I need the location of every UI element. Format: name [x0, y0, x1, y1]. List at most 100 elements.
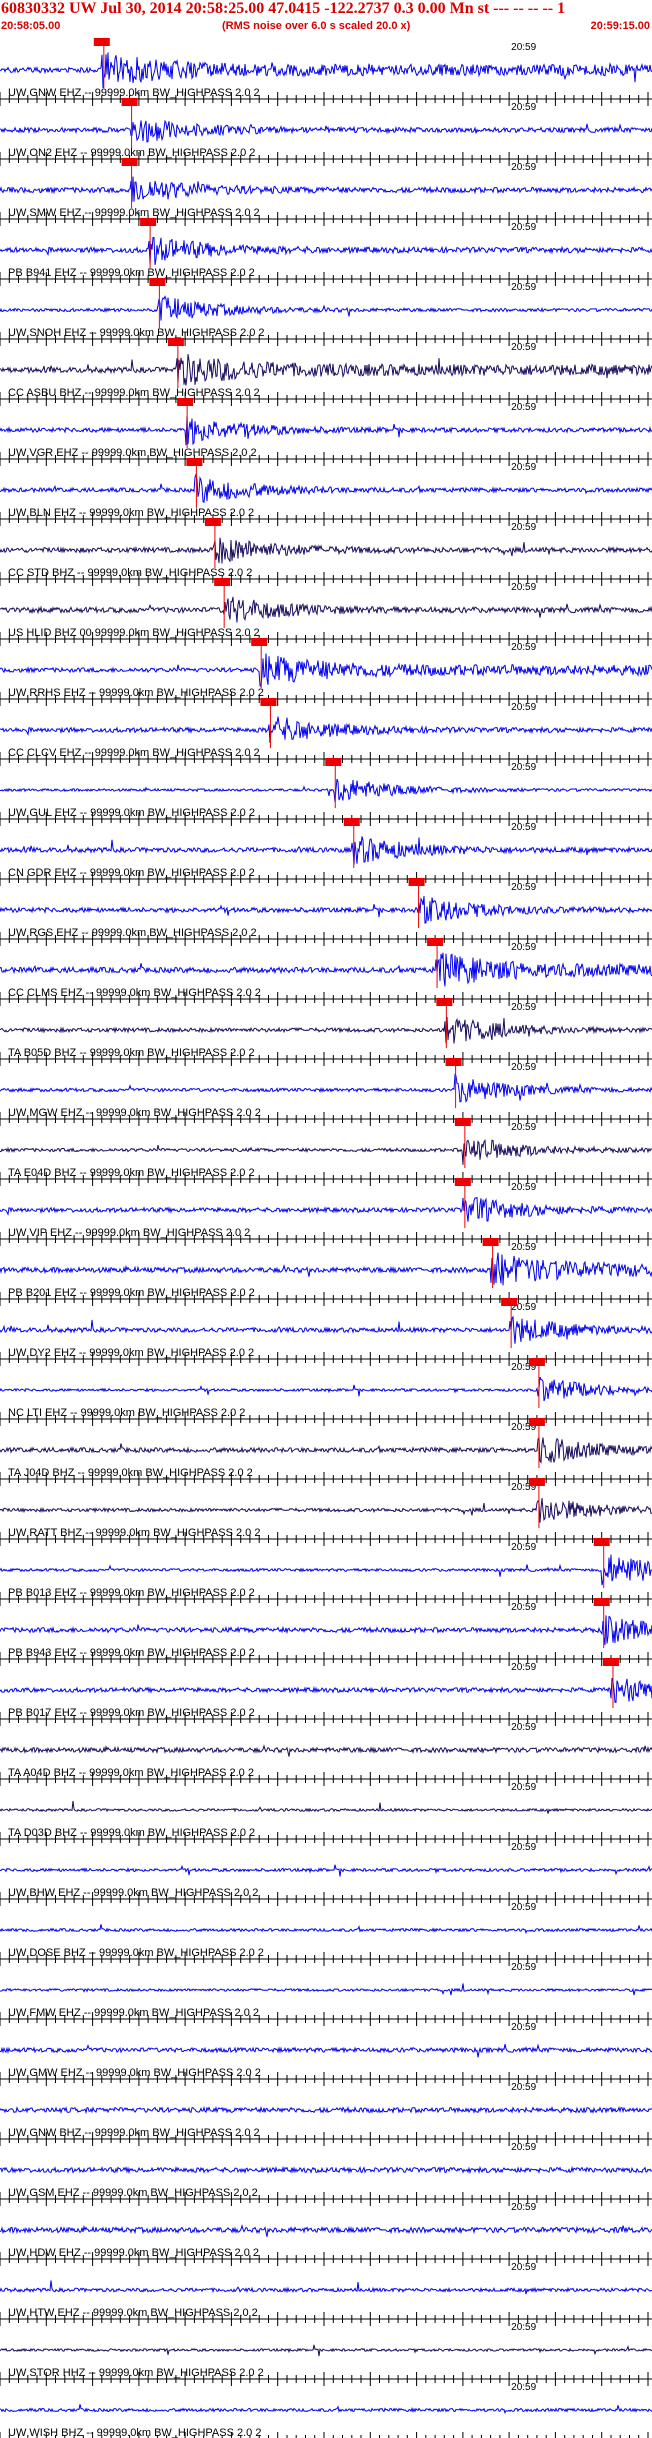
waveform-trace — [0, 2105, 652, 2115]
pick-marker-box — [121, 158, 138, 166]
station-label: UW VGR EHZ -- 99999.0km BW_HIGHPASS 2.0 … — [8, 447, 257, 459]
station-label: CC ASBU BHZ -- 99999.0km BW_HIGHPASS 2.0… — [8, 387, 260, 399]
pick-marker-box — [186, 458, 203, 466]
minute-mark-label: 20:59 — [511, 1242, 536, 1253]
station-label: UW RRHS EHZ -- 99999.0km BW_HIGHPASS 2.0… — [8, 687, 264, 699]
station-label: UW GNW EHZ -- 99999.0km BW_HIGHPASS 2.0 … — [8, 87, 260, 99]
pick-marker-box — [214, 578, 231, 586]
waveform-trace — [0, 119, 652, 143]
waveform-trace — [0, 895, 652, 924]
station-label: UW DY2 EHZ -- 99999.0km BW_HIGHPASS 2.0 … — [8, 1347, 254, 1359]
station-label: TA E04D BHZ -- 99999.0km BW_HIGHPASS 2.0… — [8, 1167, 255, 1179]
pick-marker-box — [445, 1058, 462, 1066]
station-label: PB B943 EHZ -- 99999.0km BW_HIGHPASS 2.0… — [8, 1647, 255, 1659]
waveform-trace — [0, 415, 652, 446]
minute-mark-label: 20:59 — [511, 342, 536, 353]
waveform-trace — [0, 2344, 652, 2357]
waveform-trace — [0, 1744, 652, 1757]
pick-marker-box — [436, 998, 453, 1006]
minute-mark-label: 20:59 — [511, 942, 536, 953]
station-label: UW GMW EHZ -- 99999.0km BW_HIGHPASS 2.0 … — [8, 2067, 261, 2079]
minute-mark-label: 20:59 — [511, 1842, 536, 1853]
pick-marker-box — [593, 1598, 610, 1606]
station-label: UW SNOH EHZ -- 99999.0km BW_HIGHPASS 2.0… — [8, 327, 265, 339]
waveform-trace — [0, 2043, 652, 2058]
waveform-trace — [0, 537, 652, 564]
waveform-trace — [0, 1073, 652, 1103]
waveform-trace — [0, 1677, 652, 1704]
pick-marker-box — [528, 1478, 545, 1486]
minute-mark-label: 20:59 — [511, 2322, 536, 2333]
station-label: UW HTW EHZ -- 99999.0km BW_HIGHPASS 2.0 … — [8, 2307, 258, 2319]
minute-mark-label: 20:59 — [511, 1002, 536, 1013]
station-label: UW MGW EHZ -- 99999.0km BW_HIGHPASS 2.0 … — [8, 1107, 261, 1119]
minute-mark-label: 20:59 — [511, 822, 536, 833]
station-label: UW STOR HHZ -- 99999.0km BW_HIGHPASS 2.0… — [8, 2367, 264, 2379]
minute-mark-label: 20:59 — [511, 1962, 536, 1973]
waveform-trace — [0, 716, 652, 744]
minute-mark-label: 20:59 — [511, 1902, 536, 1913]
waveform-trace — [0, 836, 652, 865]
waveform-trace — [0, 778, 652, 803]
waveform-trace — [0, 1436, 652, 1464]
waveform-trace — [0, 2224, 652, 2237]
waveform-trace — [0, 1864, 652, 1877]
minute-mark-label: 20:59 — [511, 702, 536, 713]
station-label: US HLID BHZ 00 99999.0km BW_HIGHPASS 2.0… — [8, 627, 260, 639]
waveform-trace — [0, 1615, 652, 1646]
waveform-trace — [0, 1498, 652, 1523]
pick-marker-box — [482, 1238, 499, 1246]
waveform-trace — [0, 1377, 652, 1402]
station-label: UW RATT BHZ -- 99999.0km BW_HIGHPASS 2.0… — [8, 1527, 260, 1539]
pick-marker-box — [325, 758, 342, 766]
pick-marker-box — [528, 1418, 545, 1426]
waveform-trace — [0, 952, 652, 987]
minute-mark-label: 20:59 — [511, 2022, 536, 2033]
station-label: CC CLMS EHZ -- 99999.0km BW_HIGHPASS 2.0… — [8, 987, 261, 999]
waveform-trace — [0, 2404, 652, 2415]
minute-mark-label: 20:59 — [511, 42, 536, 53]
minute-mark-label: 20:59 — [511, 522, 536, 533]
station-label: PB B013 EHZ -- 99999.0km BW_HIGHPASS 2.0… — [8, 1587, 255, 1599]
minute-mark-label: 20:59 — [511, 1782, 536, 1793]
minute-mark-label: 20:59 — [511, 2202, 536, 2213]
station-label: UW HDW EHZ -- 99999.0km BW_HIGHPASS 2.0 … — [8, 2247, 259, 2259]
station-label: UW GNW BHZ -- 99999.0km BW_HIGHPASS 2.0 … — [8, 2127, 260, 2139]
pick-marker-box — [528, 1358, 545, 1366]
waveform-trace — [0, 237, 652, 265]
station-label: CN GDR EHZ -- 99999.0km BW_HIGHPASS 2.0 … — [8, 867, 255, 879]
station-label: CC CLCV EHZ -- 99999.0km BW_HIGHPASS 2.0… — [8, 747, 260, 759]
waveform-trace — [0, 295, 652, 321]
minute-mark-label: 20:59 — [511, 2082, 536, 2093]
station-label: PB B941 EHZ -- 99999.0km BW_HIGHPASS 2.0… — [8, 267, 255, 279]
minute-mark-label: 20:59 — [511, 162, 536, 173]
station-label: UW VIP EHZ -- 99999.0km BW_HIGHPASS 2.0 … — [8, 1227, 250, 1239]
minute-mark-label: 20:59 — [511, 282, 536, 293]
minute-mark-label: 20:59 — [511, 402, 536, 413]
minute-mark-label: 20:59 — [511, 1062, 536, 1073]
waveform-trace — [0, 1800, 652, 1814]
minute-mark-label: 20:59 — [511, 1542, 536, 1553]
minute-mark-label: 20:59 — [511, 2142, 536, 2153]
minute-mark-label: 20:59 — [511, 1722, 536, 1733]
station-label: UW RGS EHZ -- 99999.0km BW_HIGHPASS 2.0 … — [8, 927, 257, 939]
waveform-trace — [0, 1138, 652, 1165]
waveform-trace — [0, 2165, 652, 2175]
pick-marker-box — [593, 1538, 610, 1546]
minute-mark-label: 20:59 — [511, 462, 536, 473]
pick-marker-box — [602, 1658, 619, 1666]
pick-marker-box — [343, 818, 360, 826]
waveform-trace — [0, 176, 652, 202]
minute-mark-label: 20:59 — [511, 642, 536, 653]
pick-marker-box — [93, 38, 110, 46]
station-label: PB B017 EHZ -- 99999.0km BW_HIGHPASS 2.0… — [8, 1707, 255, 1719]
waveform-trace — [0, 354, 652, 386]
waveform-trace — [0, 1554, 652, 1586]
pick-marker-box — [427, 938, 444, 946]
waveform-trace — [0, 1016, 652, 1044]
waveform-trace — [0, 1196, 652, 1222]
station-label: UW ON2 EHZ -- 99999.0km BW_HIGHPASS 2.0 … — [8, 147, 255, 159]
pick-marker-box — [177, 398, 194, 406]
station-label: UW WISH BHZ -- 99999.0km BW_HIGHPASS 2.0… — [8, 2427, 261, 2438]
pick-marker-box — [454, 1178, 471, 1186]
